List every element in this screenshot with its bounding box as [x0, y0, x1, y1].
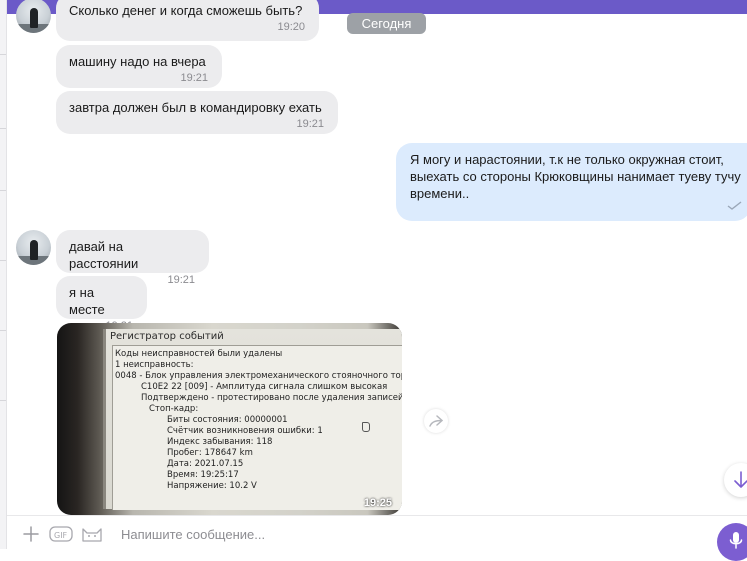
mouse-cursor-in-photo	[362, 422, 370, 432]
photo-line: Пробег: 178647 km	[167, 448, 253, 458]
left-panel-edge	[0, 0, 7, 549]
message-text: Сколько денег и когда сможешь быть?	[69, 3, 303, 18]
message-text: Я могу и нарастоянии, т.к не только окру…	[410, 152, 741, 201]
message-outgoing[interactable]: Я могу и нарастоянии, т.к не только окру…	[396, 143, 747, 221]
read-status-icon	[727, 199, 743, 214]
message-composer: GIF	[7, 515, 747, 561]
photo-line: Дата: 2021.07.15	[167, 459, 244, 469]
date-separator: Сегодня	[347, 13, 426, 34]
message-time: 19:20	[277, 21, 305, 33]
plus-icon[interactable]	[22, 525, 40, 546]
message-time: 19:21	[180, 72, 208, 84]
message-text: я на месте	[69, 285, 105, 317]
photo-message[interactable]: Регистратор событий Коды неисправностей …	[57, 323, 402, 515]
photo-line: Биты состояния: 00000001	[167, 415, 288, 425]
photo-line: Подтверждено - протестировано после удал…	[141, 393, 402, 403]
photo-line: Индекс забывания: 118	[167, 437, 273, 447]
photo-time: 19:25	[363, 497, 392, 509]
message-text: давай на расстоянии	[69, 239, 139, 271]
avatar[interactable]	[16, 230, 51, 265]
svg-text:GIF: GIF	[54, 531, 68, 540]
message-time: 19:21	[296, 118, 324, 130]
photo-screen-title: Регистратор событий	[110, 331, 224, 342]
message-incoming[interactable]: Сколько денег и когда сможешь быть? 19:2…	[56, 0, 319, 41]
photo-line: Напряжение: 10.2 V	[167, 481, 257, 491]
gif-icon[interactable]: GIF	[49, 525, 73, 546]
voice-message-button[interactable]	[717, 523, 747, 561]
arrow-down-icon	[733, 471, 747, 492]
cat-sticker-icon[interactable]	[81, 525, 103, 546]
photo-screen-content: Регистратор событий Коды неисправностей …	[103, 329, 402, 510]
photo-line: Стоп-кадр:	[149, 404, 199, 414]
message-text: завтра должен был в командировку ехать	[69, 100, 322, 115]
message-input[interactable]	[121, 525, 681, 543]
message-incoming[interactable]: я на месте 19:21	[56, 276, 147, 332]
chat-history[interactable]: Сколько денег и когда сможешь быть? 19:2…	[7, 0, 747, 515]
scroll-to-bottom-button[interactable]	[724, 463, 747, 497]
message-incoming[interactable]: давай на расстоянии 19:21	[56, 230, 209, 286]
photo-line: Коды неисправностей были удалены	[115, 349, 283, 359]
avatar[interactable]	[16, 0, 51, 33]
photo-line: Счётчик возникновения ошибки: 1	[167, 426, 323, 436]
message-incoming[interactable]: завтра должен был в командировку ехать 1…	[56, 91, 338, 134]
photo-line: 1 неисправность:	[115, 360, 194, 370]
message-text: машину надо на вчера	[69, 54, 206, 69]
message-incoming[interactable]: машину надо на вчера 19:21	[56, 45, 222, 88]
photo-line: C10E2 22 [009] - Амплитуда сигнала слишк…	[141, 382, 388, 392]
microphone-icon	[729, 531, 743, 554]
photo-line: Время: 19:25:17	[167, 470, 239, 480]
share-button[interactable]	[424, 409, 448, 433]
photo-line: 0048 - Блок управления электромеханическ…	[115, 371, 402, 381]
share-icon	[429, 415, 444, 430]
